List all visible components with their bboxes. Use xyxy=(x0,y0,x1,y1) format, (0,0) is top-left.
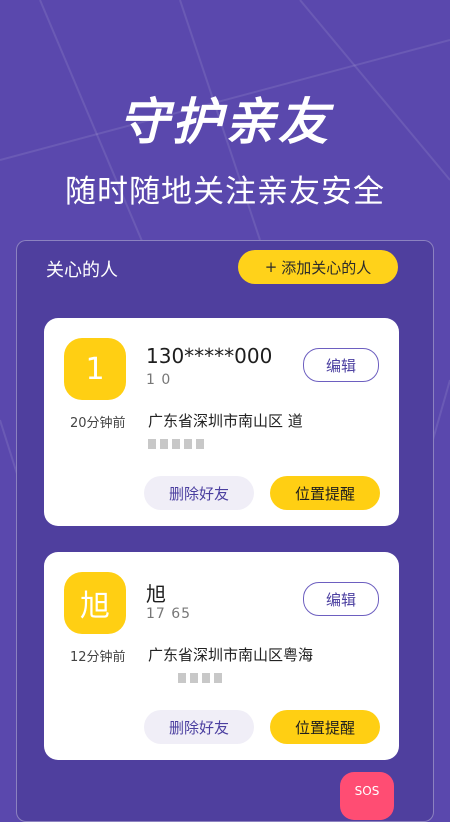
avatar: 1 xyxy=(64,338,126,400)
contact-name: 130*****000 xyxy=(146,344,273,368)
delete-friend-button[interactable]: 删除好友 xyxy=(144,476,254,510)
contact-name: 旭 xyxy=(146,582,166,606)
add-contact-label: 添加关心的人 xyxy=(281,258,372,277)
contact-phone: 1 0 xyxy=(146,372,172,388)
add-contact-button[interactable]: + 添加关心的人 xyxy=(238,250,398,284)
section-title: 关心的人 xyxy=(46,260,118,281)
contact-address: 广东省深圳市南山区粤海 xyxy=(148,644,378,688)
sos-button[interactable]: SOS xyxy=(340,772,394,820)
contact-address: 广东省深圳市南山区 道 xyxy=(148,410,378,454)
update-time: 20分钟前 xyxy=(70,416,126,431)
update-time: 12分钟前 xyxy=(70,650,126,665)
location-alert-button[interactable]: 位置提醒 xyxy=(270,710,380,744)
edit-button[interactable]: 编辑 xyxy=(303,348,379,382)
contact-card: 1 130*****000 1 0 编辑 20分钟前 广东省深圳市南山区 道 删… xyxy=(44,318,399,526)
hero-subtitle: 随时随地关注亲友安全 xyxy=(65,174,385,210)
contact-phone: 17 65 xyxy=(146,606,192,622)
avatar: 旭 xyxy=(64,572,126,634)
plus-icon: + xyxy=(264,258,278,276)
contact-card: 旭 旭 17 65 编辑 12分钟前 广东省深圳市南山区粤海 删除好友 位置提醒 xyxy=(44,552,399,760)
hero-title: 守护亲友 xyxy=(119,93,331,151)
location-alert-button[interactable]: 位置提醒 xyxy=(270,476,380,510)
edit-button[interactable]: 编辑 xyxy=(303,582,379,616)
delete-friend-button[interactable]: 删除好友 xyxy=(144,710,254,744)
